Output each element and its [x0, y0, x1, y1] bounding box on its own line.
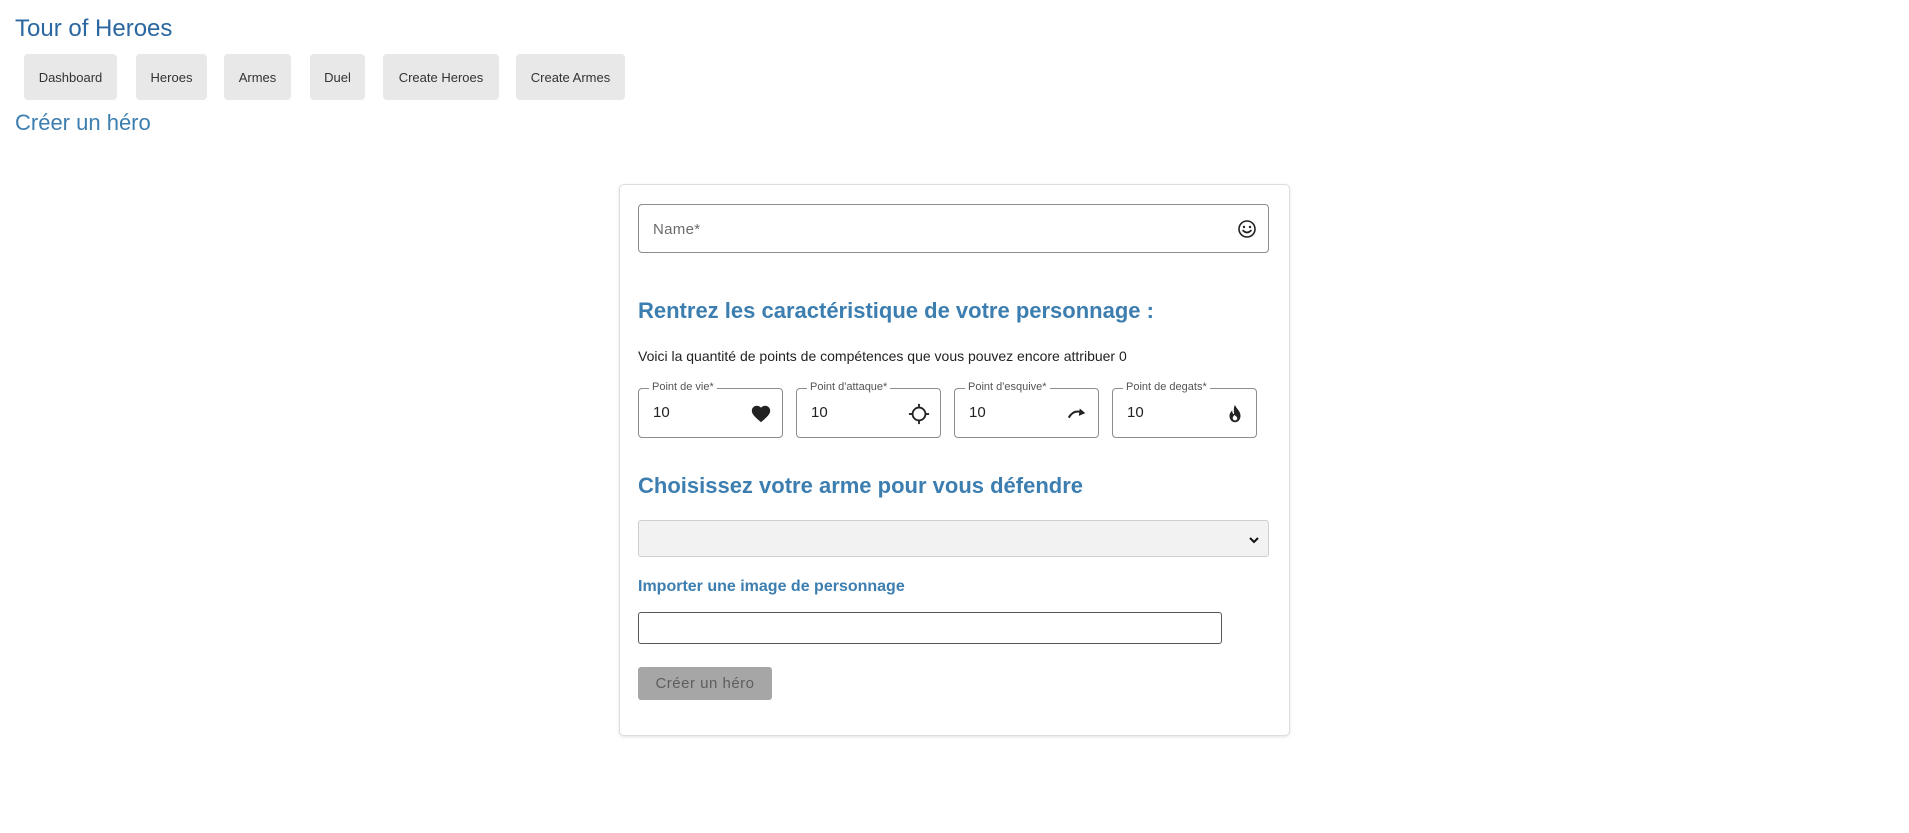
- stat-damage-field[interactable]: Point de degats* 10: [1112, 381, 1257, 438]
- image-upload-label: Importer une image de personnage: [638, 578, 905, 595]
- weapon-section-title: Choisissez votre arme pour vous défendre: [638, 473, 1084, 498]
- stat-dodge-field[interactable]: Point d'esquive* 10: [954, 381, 1099, 438]
- nav-armes-button[interactable]: Armes: [224, 54, 291, 100]
- nav-duel-button[interactable]: Duel: [310, 54, 365, 100]
- stat-health-label: Point de vie*: [649, 381, 717, 393]
- stat-dodge-label: Point d'esquive*: [965, 381, 1050, 393]
- chevron-down-icon: [1248, 533, 1260, 545]
- redo-arrow-icon: [1066, 403, 1088, 425]
- crosshair-icon: [908, 403, 930, 425]
- create-hero-form: Name* Rentrez les caractéristique de vot…: [619, 184, 1290, 736]
- create-hero-button[interactable]: Créer un héro: [638, 667, 772, 700]
- stat-damage-value: 10: [1127, 404, 1144, 421]
- stat-health-field[interactable]: Point de vie* 10: [638, 381, 783, 438]
- app-title: Tour of Heroes: [15, 15, 173, 42]
- smiley-face-icon: [1237, 219, 1257, 239]
- nav-dashboard-button[interactable]: Dashboard: [24, 54, 117, 100]
- heart-icon: [750, 403, 772, 425]
- stat-dodge-value: 10: [969, 404, 986, 421]
- nav-heroes-button[interactable]: Heroes: [136, 54, 207, 100]
- name-input-label: Name*: [653, 221, 701, 238]
- stat-attack-field[interactable]: Point d'attaque* 10: [796, 381, 941, 438]
- weapon-select[interactable]: [638, 520, 1269, 557]
- remaining-points-text: Voici la quantité de points de compétenc…: [638, 348, 1127, 364]
- stat-attack-value: 10: [811, 404, 828, 421]
- stat-damage-label: Point de degats*: [1123, 381, 1210, 393]
- flame-icon: [1224, 403, 1246, 425]
- name-input[interactable]: Name*: [638, 204, 1269, 253]
- nav-create-armes-button[interactable]: Create Armes: [516, 54, 625, 100]
- image-upload-input[interactable]: [638, 612, 1222, 644]
- page-heading: Créer un héro: [15, 110, 151, 135]
- stat-health-value: 10: [653, 404, 670, 421]
- nav-create-heroes-button[interactable]: Create Heroes: [383, 54, 499, 100]
- stat-attack-label: Point d'attaque*: [807, 381, 891, 393]
- stats-section-title: Rentrez les caractéristique de votre per…: [638, 298, 1154, 323]
